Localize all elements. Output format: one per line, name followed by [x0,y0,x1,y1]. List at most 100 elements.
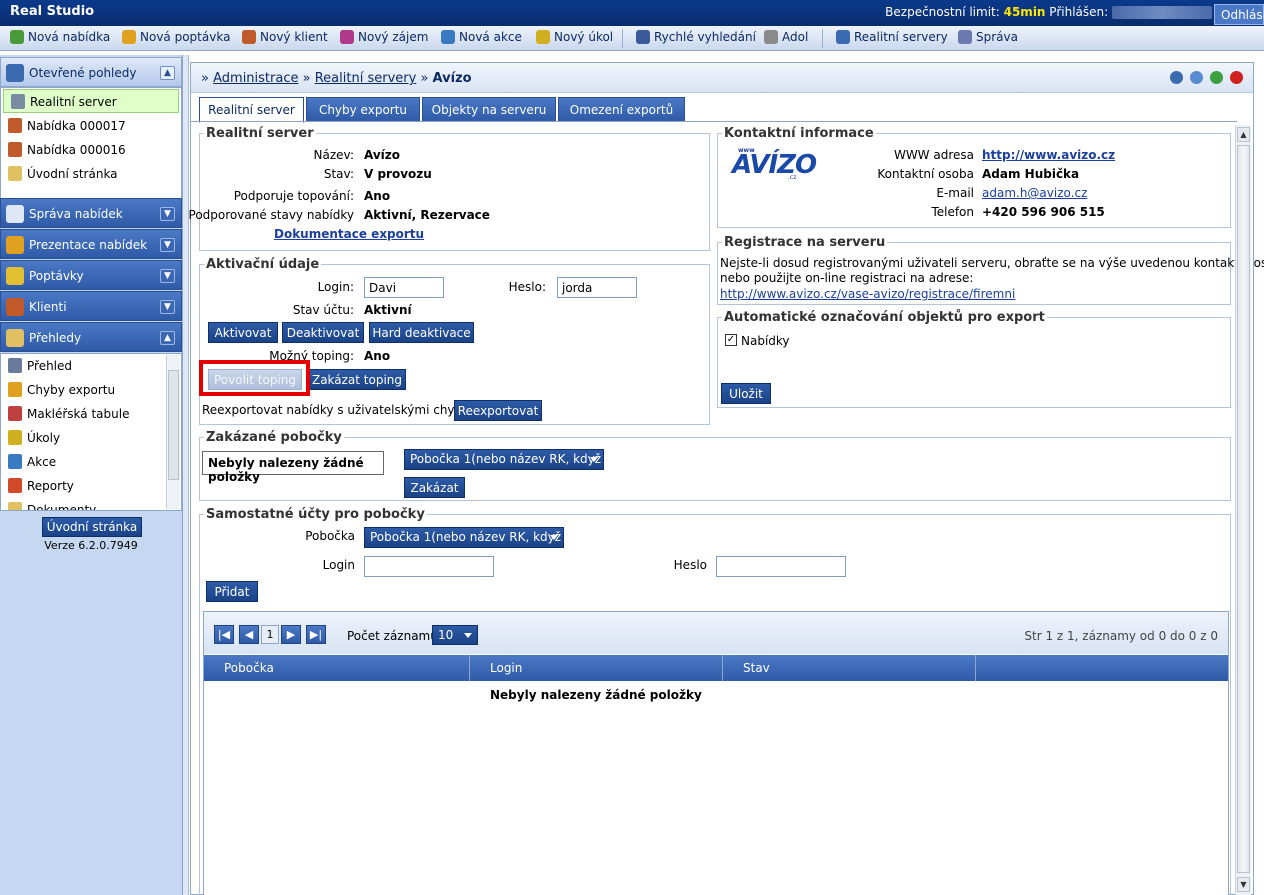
open-view-offer-000017[interactable]: Nabídka 000017 [1,114,181,138]
offers-checkbox[interactable]: ✓ [725,334,737,346]
next-page-icon[interactable]: ▶ [281,625,301,644]
toolbar-separator [822,29,823,48]
tab-real-server[interactable]: Realitní server [199,97,304,123]
column-header-branch[interactable]: Pobočka [204,655,470,681]
list-icon [8,358,22,373]
chevron-down-icon[interactable]: ▼ [160,269,175,283]
toolbar-admin-button[interactable]: Správa [958,30,1018,48]
chevron-down-icon [464,633,472,638]
sidebar-section-demands[interactable]: Poptávky ▼ [0,260,182,290]
chevron-down-icon[interactable]: ▼ [160,238,175,252]
toolbar-adol-button[interactable]: Adol [764,30,808,48]
tab-server-objects[interactable]: Objekty na serveru [422,97,556,122]
sidebar-section-clients[interactable]: Klienti ▼ [0,291,182,321]
login-input[interactable]: Davi [364,277,444,298]
open-view-home[interactable]: Úvodní stránka [1,162,181,186]
chevron-down-icon[interactable]: ▼ [160,207,175,221]
add-button[interactable]: Přidat [206,581,258,602]
logout-button[interactable]: Odhlásit [1214,4,1264,25]
toolbar-real-servers-button[interactable]: Realitní servery [836,30,948,48]
registration-box: Registrace na serveru Nejste-li dosud re… [717,235,1264,305]
grid-empty-message: Nebyly nalezeny žádné položky [490,688,702,702]
sidebar-section-reports[interactable]: Přehledy ▲ [0,322,182,352]
chevron-down-icon[interactable]: ▼ [160,300,175,314]
task-plus-icon [536,30,550,44]
branch-password-input[interactable] [716,556,846,577]
security-limit-label: Bezpečnostní limit: [885,5,1000,19]
open-view-real-server[interactable]: Realitní server [3,89,179,113]
report-item-broker-board[interactable]: Makléřská tabule [1,402,181,426]
avizo-logo: www AVÍZO .cz [732,147,817,181]
collapse-icon[interactable]: ▲ [160,331,175,345]
reload-icon[interactable] [1209,71,1223,84]
last-page-icon[interactable]: ▶| [306,625,326,644]
registration-link[interactable]: http://www.avizo.cz/vase-avizo/registrac… [720,287,1015,301]
deactivate-button[interactable]: Deaktivovat [282,322,364,343]
toolbar-quick-search-button[interactable]: Rychlé vyhledání [636,30,756,48]
column-header-state[interactable]: Stav [723,655,976,681]
records-per-page-select[interactable]: 10 [432,625,478,645]
branch-select[interactable]: Pobočka 1(nebo název RK, když r [364,527,564,548]
activate-button[interactable]: Aktivovat [208,322,278,343]
refresh-icon[interactable] [1189,71,1203,84]
open-views-header[interactable]: Otevřené pohledy ▲ [0,57,182,87]
sidebar-section-presentations[interactable]: Prezentace nabídek ▼ [0,229,182,259]
server-state-value: V provozu [364,167,432,181]
prev-page-icon[interactable]: ◀ [239,625,259,644]
reports-scrollbar[interactable] [166,355,180,509]
breadcrumb-servers-link[interactable]: Realitní servery [315,71,417,86]
scroll-thumb[interactable] [168,370,179,480]
block-branch-button[interactable]: Zakázat [404,477,465,498]
calendar-plus-icon [441,30,455,44]
calendar-icon [8,454,22,469]
reexport-button[interactable]: Reexportovat [454,400,542,421]
hard-deactivate-button[interactable]: Hard deaktivace [369,322,474,343]
report-item-reports[interactable]: Reporty [1,474,181,498]
branch-login-input[interactable] [364,556,494,577]
people-plus-icon [242,30,256,44]
tab-export-errors[interactable]: Chyby exportu [306,97,420,122]
panel-splitter[interactable] [183,55,189,895]
email-link[interactable]: adam.h@avizo.cz [982,186,1087,200]
breadcrumb-admin-link[interactable]: Administrace [213,71,298,86]
save-button[interactable]: Uložit [721,383,771,404]
report-item-documents[interactable]: Dokumenty [1,498,181,510]
export-docs-link[interactable]: Dokumentace exportu [274,227,424,241]
first-page-icon[interactable]: |◀ [214,625,234,644]
column-header-login[interactable]: Login [470,655,723,681]
toolbar-new-action-button[interactable]: Nová akce [441,30,522,48]
task-icon [8,430,22,445]
home-page-button[interactable]: Úvodní stránka [42,517,142,537]
www-link[interactable]: http://www.avizo.cz [982,148,1115,162]
blocked-branch-select[interactable]: Pobočka 1(nebo název RK, když r [404,449,604,470]
logged-label: Přihlášen: [1049,5,1109,19]
report-item-actions[interactable]: Akce [1,450,181,474]
toolbar-new-demand-button[interactable]: Nová poptávka [122,30,230,48]
report-item-tasks[interactable]: Úkoly [1,426,181,450]
close-icon[interactable] [1230,71,1243,84]
toolbar-new-interest-button[interactable]: Nový zájem [340,30,428,48]
toolbar-new-offer-button[interactable]: Nová nabídka [10,30,110,48]
report-item-overview[interactable]: Přehled [1,354,181,378]
scroll-up-icon[interactable]: ▲ [1237,127,1250,142]
scroll-down-icon[interactable]: ▼ [1237,877,1250,892]
contact-person-value: Adam Hubička [982,167,1080,181]
search-icon [636,30,650,44]
report-item-export-errors[interactable]: Chyby exportu [1,378,181,402]
phone-value: +420 596 906 515 [982,205,1105,219]
toolbar-new-client-button[interactable]: Nový klient [242,30,328,48]
toolbar-new-task-button[interactable]: Nový úkol [536,30,613,48]
page-number-field[interactable]: 1 [261,625,279,644]
version-label: Verze 6.2.0.7949 [44,539,138,552]
house-icon [8,118,22,133]
open-view-offer-000016[interactable]: Nabídka 000016 [1,138,181,162]
disable-topping-button[interactable]: Zakázat toping [308,369,406,390]
main-scrollbar[interactable]: ▲ ▼ [1235,125,1251,895]
scroll-thumb[interactable] [1237,145,1250,873]
sidebar-section-offers[interactable]: Správa nabídek ▼ [0,198,182,228]
help-icon[interactable] [1169,71,1183,84]
password-input[interactable]: jorda [557,277,637,298]
collapse-icon[interactable]: ▲ [160,66,175,80]
page-title: Avízo [432,71,472,86]
tab-export-limits[interactable]: Omezení exportů [558,97,685,122]
